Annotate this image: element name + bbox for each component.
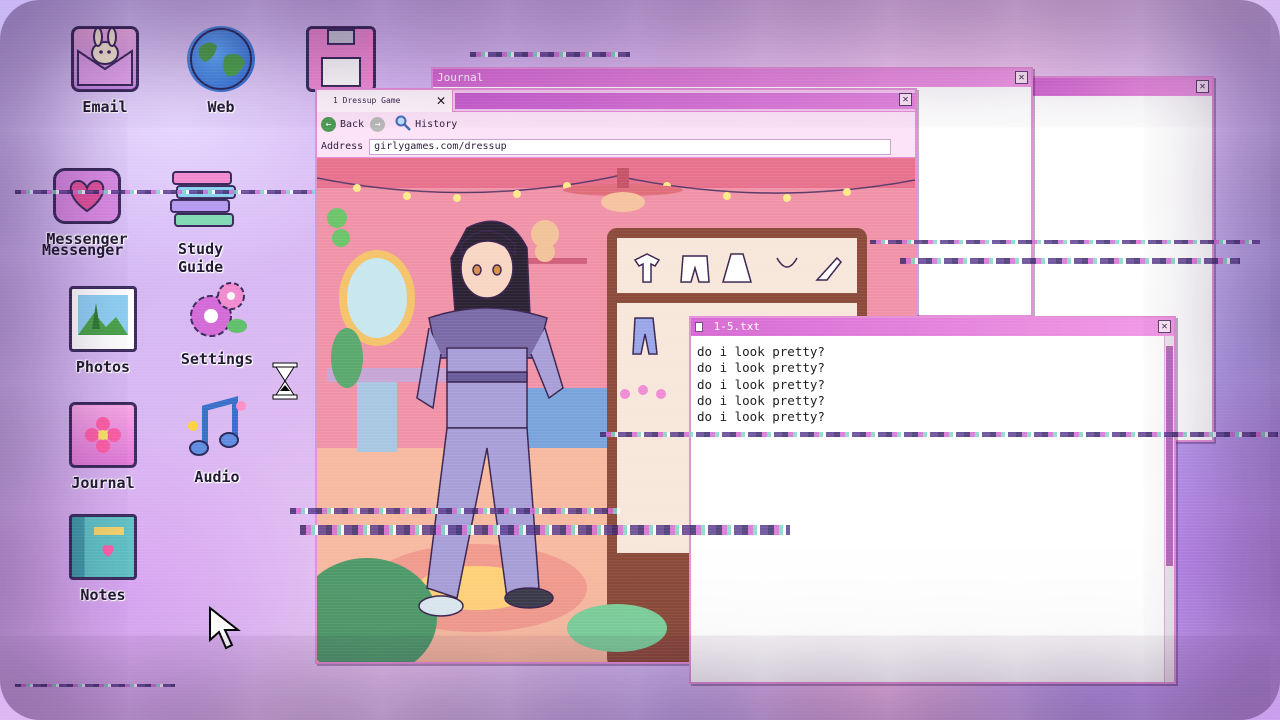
globe-icon [187,26,255,92]
desktop-icon-web[interactable]: Web [166,26,276,116]
desktop-icon-label: Photos [75,358,131,376]
window-titlebar[interactable]: 1-5.txt ✕ [691,318,1174,336]
glitch-line [15,684,175,687]
close-icon[interactable]: ✕ [433,92,449,108]
close-icon[interactable]: ✕ [1196,80,1209,93]
text-editor-window[interactable]: 1-5.txt ✕ do i look pretty? do i look pr… [689,316,1176,684]
forward-button[interactable]: → [370,116,386,132]
close-icon[interactable]: ✕ [899,93,912,106]
text-content: do i look pretty? do i look pretty? do i… [697,344,825,425]
music-note-icon [183,396,251,462]
desktop-icon-email[interactable]: Email [50,26,160,116]
mouse-pointer-icon [208,605,248,650]
photo-icon [69,286,137,352]
gear-icon [183,278,251,344]
text-line: do i look pretty? [697,392,825,408]
scrollbar[interactable] [1164,336,1174,682]
address-label: Address [321,141,364,152]
tab-strip [455,93,915,109]
arrow-left-icon: ← [321,116,336,132]
desktop-icon-study-guide[interactable]: Study Guide [148,168,258,276]
scrollbar-thumb[interactable] [1166,346,1173,566]
window-title: 1-5.txt [713,320,760,333]
glitch-line [470,52,630,57]
desktop-icon-label-ghost: Messenger [42,241,124,259]
desktop-icon-label: Journal [71,474,135,492]
document-icon [695,322,703,332]
text-line: do i look pretty? [697,360,825,376]
window-title: Journal [437,71,484,84]
desktop-icon-audio[interactable]: Audio [162,396,272,486]
address-input[interactable] [369,138,892,155]
back-button[interactable]: ← Back [321,116,365,132]
desktop-icon-journal[interactable]: Journal [48,402,158,492]
heart-speech-bubble-icon [53,168,121,224]
history-label: History [415,118,458,130]
desktop-icon-label: Web [207,98,235,116]
address-bar: Address [317,136,915,158]
folder-flower-icon [69,402,137,468]
notebook-icon [69,514,137,580]
close-icon[interactable]: ✕ [1015,71,1028,84]
tab-bar: 1 Dressup Game ✕ ✕ [317,90,915,112]
desktop-icon-label: Audio [194,468,240,486]
desktop-icon-label: Email [82,98,128,116]
tab-dressup[interactable]: 1 Dressup Game ✕ [317,90,453,112]
envelope-icon [71,26,139,92]
desktop-icon-label: Study Guide [178,240,224,276]
desktop-icon-notes[interactable]: Notes [48,514,158,604]
floppy-disk-icon[interactable] [306,26,376,92]
magnifier-icon [395,115,411,134]
text-line: do i look pretty? [697,376,825,392]
desktop-icon-messenger[interactable]: Messenger [32,168,142,248]
text-line: do i look pretty? [697,409,825,425]
desktop-icon-settings[interactable]: Settings [162,278,272,368]
back-label: Back [340,118,365,130]
text-editor-body[interactable]: do i look pretty? do i look pretty? do i… [691,336,1174,682]
desktop-icon-photos[interactable]: Photos [48,286,158,376]
desktop-icon-label: Notes [80,586,126,604]
books-stack-icon [169,168,237,234]
desktop-icon-label: Settings [180,350,254,368]
text-line: do i look pretty? [697,344,825,359]
window-titlebar[interactable]: Journal ✕ [433,69,1031,87]
arrow-right-icon: → [370,116,386,132]
window-titlebar[interactable]: ✕ [1032,78,1212,96]
nav-bar: ← Back → History [317,112,915,136]
tab-label: 1 Dressup Game [333,96,401,105]
hourglass-cursor-icon [272,362,298,400]
close-icon[interactable]: ✕ [1158,320,1171,333]
history-button[interactable]: History [395,115,457,134]
